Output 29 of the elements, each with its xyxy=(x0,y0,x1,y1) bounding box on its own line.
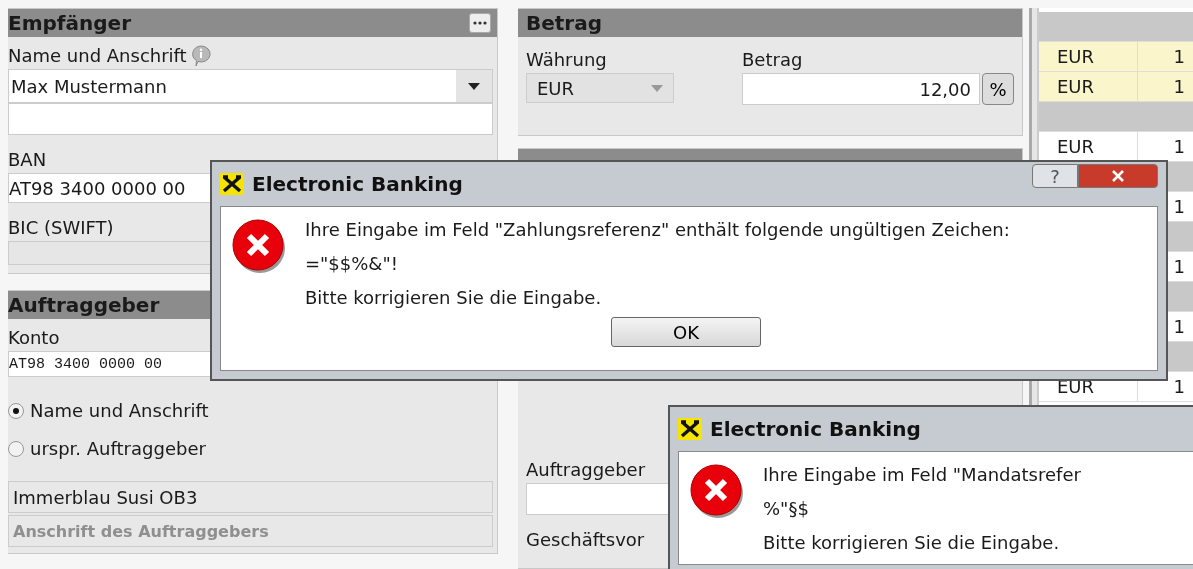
table-cell: EUR xyxy=(1057,136,1095,157)
panel-title: Auftraggeber xyxy=(8,293,160,317)
table-cell: 1 xyxy=(1173,316,1185,337)
table-cell: EUR xyxy=(1057,76,1095,97)
table-cell: 1 xyxy=(1173,256,1185,277)
table-cell: EUR xyxy=(1057,46,1095,67)
table-cell: 1 xyxy=(1173,46,1185,67)
field-label: Betrag xyxy=(742,48,803,72)
dialog-message: Ihre Eingabe im Feld "Zahlungsreferenz" enthält folgende ungültigen Zeichen: xyxy=(305,218,1010,242)
dialog-message: Bitte korrigieren Sie die Eingabe. xyxy=(763,531,1060,555)
dialog-message: %"§$ xyxy=(763,497,809,521)
panel-title: Betrag xyxy=(525,11,603,35)
field-label: Währung xyxy=(526,48,607,72)
table-cell: 1 xyxy=(1173,76,1185,97)
dialog-title: Electronic Banking xyxy=(252,172,464,196)
dialog-message: Ihre Eingabe im Feld "Mandatsrefer xyxy=(763,463,1081,487)
dialog-title: Electronic Banking xyxy=(710,417,922,441)
panel-title: Empfänger xyxy=(8,11,131,35)
field-label: BIC (SWIFT) xyxy=(8,216,114,240)
field-label: Geschäftsvor xyxy=(526,528,645,552)
field-label: BAN xyxy=(8,148,47,172)
field-label: Konto xyxy=(8,326,60,350)
field-label: Name und Anschrift xyxy=(8,44,187,68)
dialog-message: ="$$%&"! xyxy=(305,252,398,276)
table-cell: 1 xyxy=(1173,196,1185,217)
table-cell: 1 xyxy=(1173,376,1185,397)
dialog-message: Bitte korrigieren Sie die Eingabe. xyxy=(305,286,602,310)
field-label: Auftraggeber xyxy=(526,458,646,482)
table-cell: 1 xyxy=(1173,136,1185,157)
